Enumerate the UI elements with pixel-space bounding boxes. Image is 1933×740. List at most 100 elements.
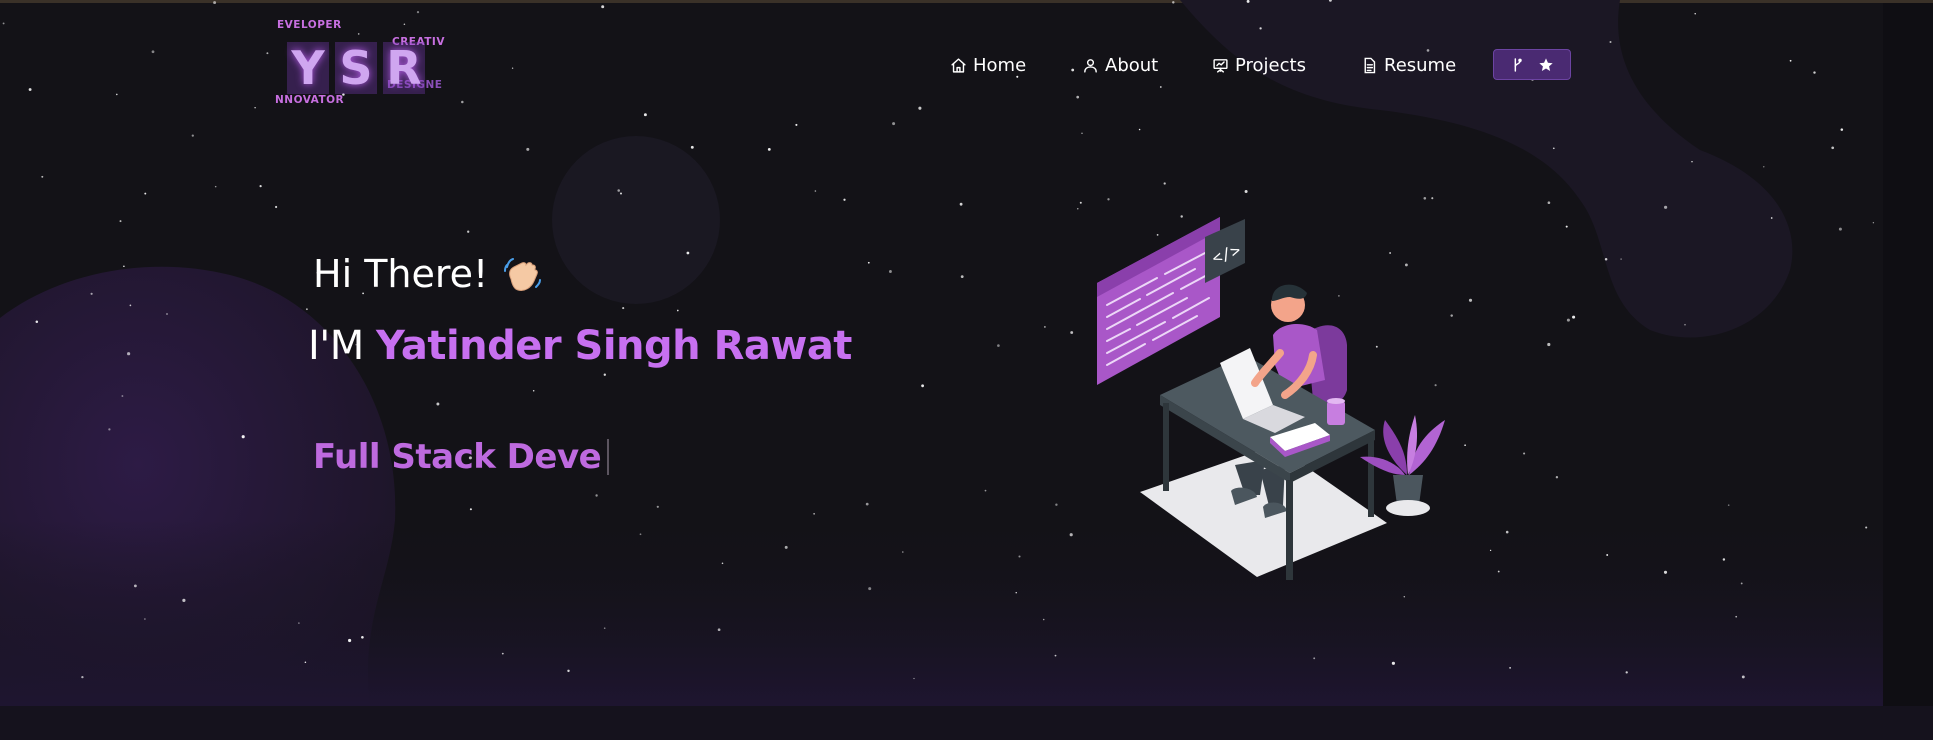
star [622, 307, 625, 310]
star [1015, 592, 1017, 594]
nav-label: Resume [1384, 54, 1457, 76]
star [643, 113, 647, 117]
star [960, 275, 964, 278]
star [1172, 1, 1175, 4]
star [1079, 201, 1082, 204]
star [1076, 95, 1080, 99]
star [1159, 86, 1162, 88]
section-divider [0, 706, 1933, 740]
star [1328, 0, 1332, 2]
star [1691, 160, 1693, 163]
star [469, 508, 472, 511]
star [888, 270, 892, 273]
star [1107, 198, 1110, 201]
star [1163, 182, 1166, 185]
star [35, 320, 39, 323]
star [108, 428, 111, 431]
star [1246, 0, 1250, 3]
star [603, 373, 606, 376]
star [1872, 222, 1875, 224]
starfield [2, 0, 1875, 680]
star [166, 313, 168, 315]
home-icon [951, 57, 966, 73]
star [1740, 582, 1743, 585]
hero-greeting: Hi There! [313, 252, 544, 296]
logo-letter: S [335, 41, 377, 95]
star [511, 67, 514, 69]
intro-prefix: I'M [308, 323, 364, 369]
star [1403, 596, 1406, 598]
star [1523, 452, 1526, 455]
star [1552, 147, 1555, 150]
star [133, 584, 137, 588]
star [348, 638, 352, 643]
star [1018, 555, 1021, 558]
site-logo[interactable]: EVELOPER CREATIV DESIGNE NNOVATOR Y S R [275, 14, 444, 110]
github-star-button[interactable] [1493, 49, 1571, 80]
star [1625, 671, 1628, 674]
nav-label: About [1105, 54, 1159, 76]
star [1071, 68, 1075, 72]
coffee-cup [1327, 401, 1345, 425]
star [182, 598, 186, 602]
greeting-text: Hi There! [313, 252, 489, 296]
star [1606, 554, 1609, 556]
star [1055, 503, 1058, 506]
star [1566, 318, 1570, 322]
star [865, 502, 869, 506]
star [892, 122, 896, 126]
scrollbar-track[interactable] [1883, 3, 1933, 708]
star [1789, 59, 1792, 62]
logo-word: NNOVATOR [275, 94, 345, 106]
star [151, 50, 155, 54]
presentation-icon [1213, 58, 1228, 73]
star [1831, 146, 1835, 150]
star [1054, 654, 1057, 657]
star [1840, 128, 1844, 131]
star [959, 202, 963, 206]
nav-resume[interactable]: Resume [1361, 50, 1456, 80]
star [913, 677, 915, 680]
star [123, 265, 125, 268]
star [1468, 298, 1473, 302]
star [1770, 217, 1773, 219]
star [984, 489, 987, 492]
star [304, 661, 307, 663]
star [115, 93, 118, 96]
nav-projects[interactable]: Projects [1212, 50, 1306, 80]
star [1489, 549, 1492, 552]
star [461, 100, 464, 104]
typewriter-text: Full Stack Deve [313, 437, 602, 477]
star [144, 192, 147, 195]
star [1555, 476, 1559, 479]
star [656, 505, 659, 508]
star [213, 1, 217, 5]
star [1505, 530, 1509, 534]
star [1464, 444, 1466, 447]
star [416, 11, 420, 14]
star [1081, 132, 1083, 134]
star [241, 435, 245, 439]
star [1044, 326, 1046, 328]
logo-letters: Y S R [287, 41, 425, 95]
star [1423, 197, 1427, 200]
star [717, 628, 721, 632]
star [436, 402, 440, 406]
nav-about[interactable]: About [1082, 50, 1158, 80]
star [721, 562, 724, 565]
star [1609, 41, 1612, 43]
star [868, 587, 872, 591]
hero-intro: I'M Yatinder Singh Rawat [308, 323, 852, 369]
star [121, 395, 124, 397]
star [81, 675, 84, 679]
star [467, 230, 470, 233]
user-icon [1084, 58, 1097, 73]
star [1497, 570, 1500, 573]
star [1604, 258, 1608, 261]
star [1509, 667, 1511, 669]
nav-home[interactable]: Home [950, 50, 1026, 80]
hero-name: Yatinder Singh Rawat [376, 323, 852, 369]
logo-word: EVELOPER [277, 19, 342, 31]
star [298, 622, 300, 624]
star [1547, 342, 1551, 347]
